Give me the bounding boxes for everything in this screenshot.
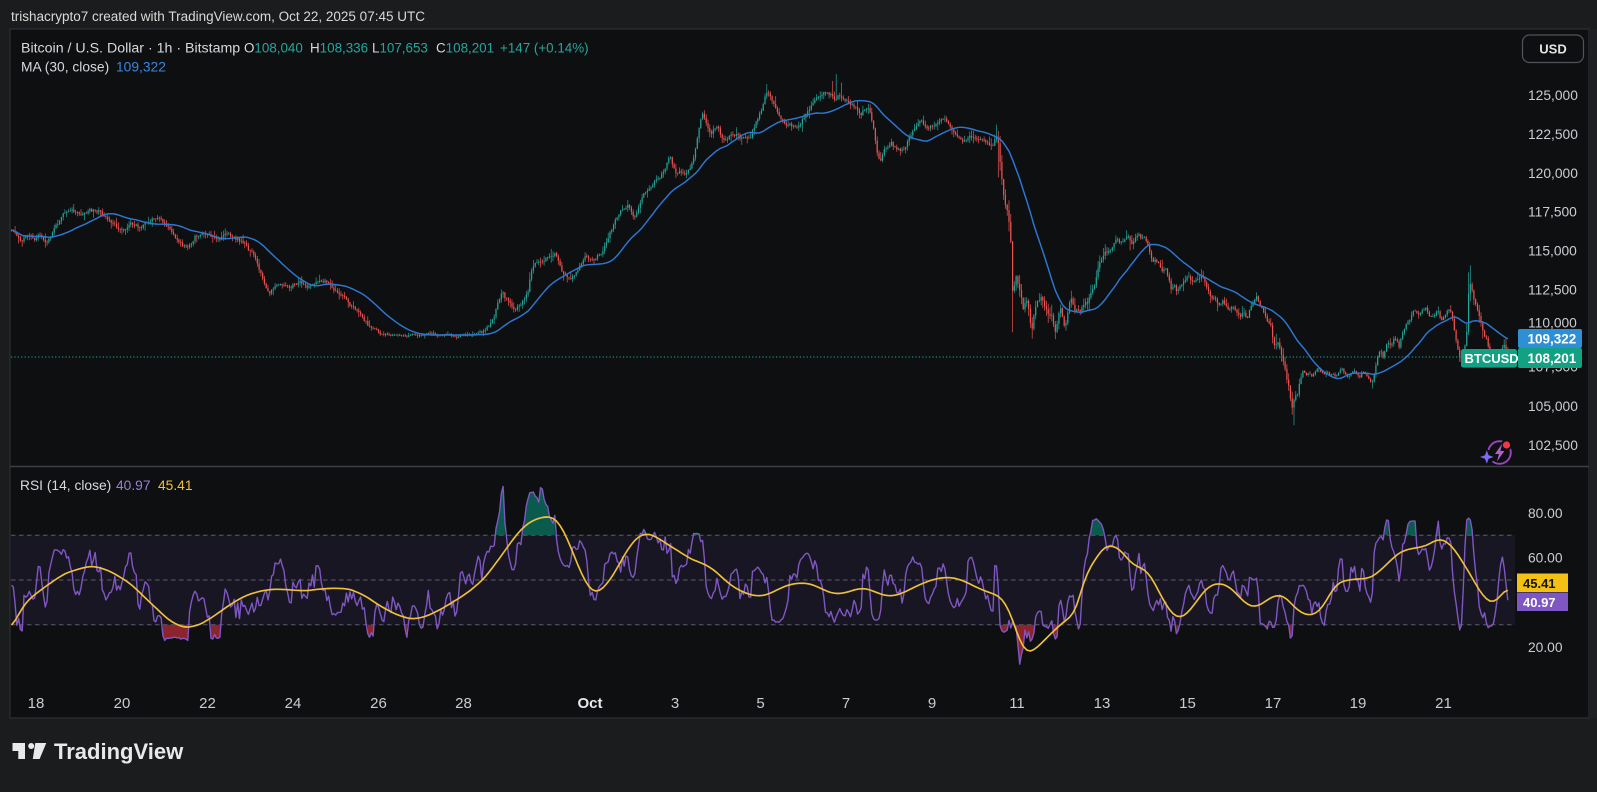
svg-text:20.00: 20.00 [1528, 640, 1563, 655]
svg-text:15: 15 [1179, 695, 1196, 712]
svg-text:125,000: 125,000 [1528, 88, 1578, 103]
svg-text:60.00: 60.00 [1528, 550, 1563, 565]
svg-text:122,500: 122,500 [1528, 127, 1578, 142]
svg-text:112,500: 112,500 [1528, 283, 1577, 298]
svg-text:RSI (14, close) 40.97 45.41: RSI (14, close) 40.97 45.41 [20, 478, 193, 493]
svg-text:17: 17 [1265, 695, 1282, 712]
svg-text:110,000: 110,000 [1528, 316, 1577, 331]
svg-text:trishacrypto7 created with Tra: trishacrypto7 created with TradingView.c… [11, 9, 425, 24]
svg-text:Oct: Oct [577, 695, 602, 712]
svg-text:120,000: 120,000 [1528, 166, 1578, 181]
svg-text:108,201: 108,201 [1528, 351, 1577, 366]
svg-text:28: 28 [455, 695, 472, 712]
svg-text:117,500: 117,500 [1528, 205, 1577, 220]
svg-text:USD: USD [1539, 42, 1566, 57]
svg-text:105,000: 105,000 [1528, 399, 1578, 414]
svg-text:11: 11 [1009, 695, 1025, 712]
svg-text:BTCUSD: BTCUSD [1465, 351, 1519, 366]
svg-text:22: 22 [199, 695, 216, 712]
svg-text:26: 26 [370, 695, 387, 712]
svg-text:80.00: 80.00 [1528, 506, 1563, 521]
svg-text:MA (30, close) 109,322: MA (30, close) 109,322 [21, 60, 166, 75]
svg-text:Bitcoin / U.S. Dollar · 1h · B: Bitcoin / U.S. Dollar · 1h · Bitstamp [21, 41, 240, 57]
svg-text:7: 7 [842, 695, 850, 712]
svg-text:102,500: 102,500 [1528, 438, 1578, 453]
svg-text:9: 9 [928, 695, 936, 712]
svg-text:115,000: 115,000 [1528, 244, 1577, 259]
svg-text:40.97: 40.97 [1523, 595, 1556, 610]
svg-text:TradingView: TradingView [54, 739, 184, 764]
svg-text:18: 18 [28, 695, 45, 712]
svg-text:O108,040H108,336L107,653C108,2: O108,040H108,336L107,653C108,201+147 (+0… [244, 41, 589, 56]
svg-text:21: 21 [1435, 695, 1452, 712]
svg-text:13: 13 [1094, 695, 1111, 712]
svg-text:109,322: 109,322 [1528, 332, 1577, 347]
svg-text:5: 5 [756, 695, 764, 712]
svg-text:20: 20 [114, 695, 131, 712]
svg-text:24: 24 [285, 695, 302, 712]
svg-text:19: 19 [1350, 695, 1367, 712]
svg-text:45.41: 45.41 [1523, 576, 1556, 591]
svg-text:3: 3 [671, 695, 679, 712]
